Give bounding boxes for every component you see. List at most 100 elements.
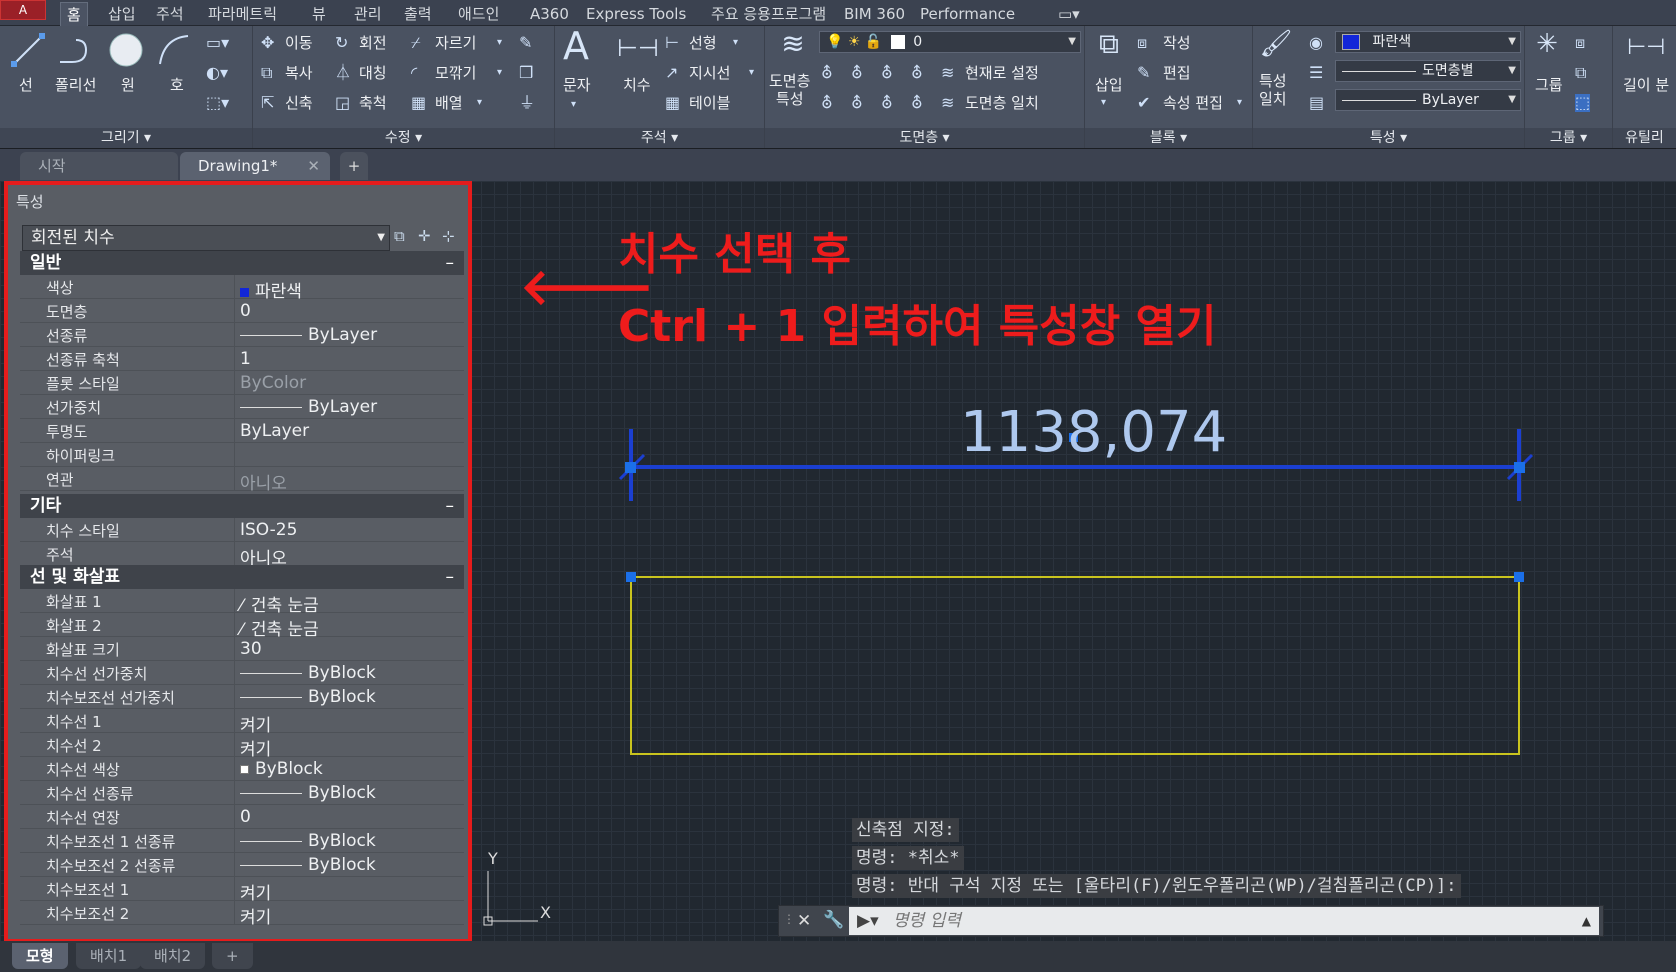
ribbon-tab[interactable]: Performance xyxy=(914,2,1021,26)
property-row[interactable]: 치수선 색상 ByBlock xyxy=(20,757,464,781)
explode-icon[interactable]: ❒ xyxy=(519,64,533,82)
layers-panel-title[interactable]: 도면층 ▾ xyxy=(765,128,1084,148)
property-value[interactable]: ByBlock xyxy=(240,855,376,875)
erase-icon[interactable]: ✎ xyxy=(519,34,532,52)
leader-button[interactable]: 지시선 xyxy=(689,64,730,82)
close-icon[interactable]: ✕ xyxy=(797,911,811,931)
ribbon-tab[interactable]: 파라메트릭 xyxy=(202,2,283,26)
property-row[interactable]: 투명도 ByLayer xyxy=(20,419,464,443)
draw-panel-title[interactable]: 그리기 ▾ xyxy=(0,128,252,148)
property-row[interactable]: 치수선 2 켜기 xyxy=(20,733,464,760)
property-value[interactable]: 30 xyxy=(240,639,262,659)
property-row[interactable]: 색상 파란색 xyxy=(20,275,464,302)
command-input[interactable]: ▶▾ 명령 입력 ▲ xyxy=(849,907,1599,935)
utilities-panel-title[interactable]: 유틸리 xyxy=(1613,128,1676,148)
group-edit-icon[interactable]: ⧉ xyxy=(1575,64,1586,82)
copy-button[interactable]: 복사 xyxy=(285,64,313,82)
array-button[interactable]: 배열 xyxy=(435,94,463,112)
polyline-button[interactable]: 폴리선 xyxy=(55,76,96,94)
layout-tab[interactable]: 배치1 xyxy=(76,943,142,969)
layer-properties-button[interactable]: 도면층 특성 xyxy=(769,72,810,108)
collapse-icon[interactable]: – xyxy=(446,494,455,518)
dropdown-icon[interactable]: ▾ xyxy=(749,64,754,82)
property-row[interactable]: 치수선 1 켜기 xyxy=(20,709,464,736)
edit-block-button[interactable]: 편집 xyxy=(1163,64,1191,82)
linear-button[interactable]: 선형 xyxy=(689,34,717,52)
dimension-button[interactable]: 치수 xyxy=(623,76,651,94)
dropdown-icon[interactable]: ▾ xyxy=(1101,94,1106,112)
property-row[interactable]: 화살표 2 ⁄ 건축 눈금 xyxy=(20,613,464,640)
layer-tool-icon[interactable]: ⛢ xyxy=(881,64,893,82)
measure-button[interactable]: 길이 분 xyxy=(1623,76,1669,94)
line-button[interactable]: 선 xyxy=(19,76,33,94)
property-row[interactable]: 연관 아니오 xyxy=(20,467,464,494)
property-row[interactable]: 치수보조선 1 선종류 ByBlock xyxy=(20,829,464,853)
property-value[interactable]: ByLayer xyxy=(240,397,377,417)
grip-handle[interactable] xyxy=(626,572,636,582)
hatch-icon[interactable]: ◐▾ xyxy=(206,64,228,82)
insert-button[interactable]: 삽입 xyxy=(1095,76,1123,94)
property-row[interactable]: 선종류 ByLayer xyxy=(20,323,464,347)
workspace-switch-icon[interactable]: ▭▾ xyxy=(1052,2,1086,26)
groups-panel-title[interactable]: 그룹 ▾ xyxy=(1525,128,1612,148)
ribbon-tab[interactable]: 삽입 xyxy=(102,2,142,26)
edit-attribute-button[interactable]: 속성 편집 xyxy=(1163,94,1223,112)
drawing-tab[interactable]: Drawing1* ✕ xyxy=(180,152,330,180)
layer-tool-icon[interactable]: ⛢ xyxy=(911,64,923,82)
property-row[interactable]: 플롯 스타일 ByColor xyxy=(20,371,464,395)
property-row[interactable]: 치수보조선 선가중치 ByBlock xyxy=(20,685,464,709)
ribbon-tab[interactable]: Express Tools xyxy=(580,2,692,26)
stretch-button[interactable]: 신축 xyxy=(285,94,313,112)
grip-handle[interactable] xyxy=(625,462,636,473)
properties-section-header[interactable]: 기타 – xyxy=(20,494,464,518)
property-row[interactable]: 주석 아니오 xyxy=(20,542,464,569)
start-tab[interactable]: 시작 xyxy=(20,152,178,180)
property-row[interactable]: 치수보조선 2 선종류 ByBlock xyxy=(20,853,464,877)
layer-tool-icon[interactable]: ⛢ xyxy=(851,94,863,112)
arc-button[interactable]: 호 xyxy=(170,76,184,94)
rectangle-shape[interactable] xyxy=(630,576,1520,755)
collapse-icon[interactable]: – xyxy=(446,565,455,589)
linetype-combo[interactable]: 도면층별 ▼ xyxy=(1335,60,1521,82)
new-tab-button[interactable]: + xyxy=(340,152,368,180)
ribbon-tab[interactable]: 관리 xyxy=(348,2,388,26)
property-row[interactable]: 선종류 축척 1 xyxy=(20,347,464,371)
property-value[interactable]: ByLayer xyxy=(240,325,377,345)
property-value[interactable]: ByBlock xyxy=(240,831,376,851)
layer-tool-icon[interactable]: ⛢ xyxy=(911,94,923,112)
quick-select-icon[interactable]: ⧉ xyxy=(394,227,405,245)
close-icon[interactable]: ✕ xyxy=(307,152,320,180)
property-value[interactable]: 1 xyxy=(240,349,251,369)
ribbon-tab[interactable]: 애드인 xyxy=(452,2,505,26)
properties-section-header[interactable]: 일반 – xyxy=(20,251,464,275)
property-row[interactable]: 하이퍼링크 xyxy=(20,443,464,467)
table-button[interactable]: 테이블 xyxy=(689,94,730,112)
property-row[interactable]: 치수선 선종류 ByBlock xyxy=(20,781,464,805)
property-row[interactable]: 치수보조선 1 켜기 xyxy=(20,877,464,904)
layer-tool-icon[interactable]: ⛢ xyxy=(881,94,893,112)
dropdown-icon[interactable]: ▾ xyxy=(571,96,576,114)
group-button[interactable]: 그룹 xyxy=(1535,76,1563,94)
grip-handle[interactable] xyxy=(1514,572,1524,582)
property-row[interactable]: 화살표 크기 30 xyxy=(20,637,464,661)
grip-icon[interactable]: ⋮ xyxy=(783,912,795,926)
create-block-button[interactable]: 작성 xyxy=(1163,34,1191,52)
layer-tool-icon[interactable]: ⛢ xyxy=(821,94,833,112)
property-value[interactable]: ByColor xyxy=(240,373,306,393)
ribbon-tab[interactable]: A360 xyxy=(524,2,575,26)
color-combo[interactable]: 파란색 ▼ xyxy=(1335,31,1521,53)
property-value[interactable]: ByLayer xyxy=(240,421,309,441)
make-current-button[interactable]: 현재로 설정 xyxy=(965,64,1039,82)
ribbon-tab[interactable]: 주요 응용프로그램 xyxy=(705,2,832,26)
ribbon-tab[interactable]: BIM 360 xyxy=(838,2,911,26)
application-menu-button[interactable]: A xyxy=(0,0,46,20)
property-value[interactable]: 아니오 xyxy=(240,469,287,494)
offset-icon[interactable]: ⏚ xyxy=(519,94,535,112)
property-row[interactable]: 도면층 0 xyxy=(20,299,464,323)
property-row[interactable]: 치수선 선가중치 ByBlock xyxy=(20,661,464,685)
ribbon-tab[interactable]: 뷰 xyxy=(306,2,332,26)
rectangle-icon[interactable]: ▭▾ xyxy=(206,34,229,52)
match-layer-button[interactable]: 도면층 일치 xyxy=(965,94,1039,112)
match-properties-button[interactable]: 특성 일치 xyxy=(1259,72,1287,108)
layer-tool-icon[interactable]: ⛢ xyxy=(821,64,833,82)
